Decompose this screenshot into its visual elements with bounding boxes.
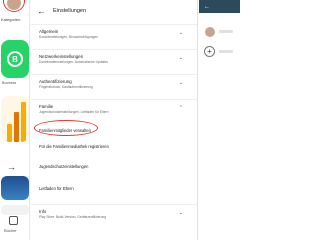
settings-section-general[interactable]: Allgemein Kontoeinstellungen, Benachrich… xyxy=(31,24,197,43)
family-item-parental-controls[interactable]: Jugendschutzeinstellungen xyxy=(31,158,197,174)
settings-pane: ← Einstellungen Allgemein Kontoeinstellu… xyxy=(31,0,198,240)
chevron-down-icon: ⌄ xyxy=(178,210,183,216)
settings-section-family[interactable]: Familie Jugendschutzeinstellungen, Leitf… xyxy=(31,99,197,118)
nav-books-label[interactable]: Bücher xyxy=(4,228,17,233)
section-subtitle: Play Store, Build-Version, Gerätezertifi… xyxy=(39,215,107,219)
section-title: Authentifizierung xyxy=(39,79,72,84)
chevron-down-icon: ⌄ xyxy=(178,80,183,86)
chevron-up-icon: ⌃ xyxy=(178,105,183,111)
chevron-down-icon: ⌄ xyxy=(178,30,183,36)
chart-bar xyxy=(14,112,19,142)
whatsapp-business-icon[interactable]: B xyxy=(1,40,29,78)
section-subtitle: Downloadeinstellungen, Automatische Upda… xyxy=(39,60,108,64)
app-tile[interactable] xyxy=(1,205,29,215)
account-topbar: ← xyxy=(199,0,240,13)
back-arrow-icon[interactable]: ← xyxy=(37,6,49,16)
add-member-icon[interactable]: + xyxy=(204,46,215,57)
play-store-home-pane: Kategorien B Business → Bücher xyxy=(0,0,30,240)
family-item-label: Für die Familienmediathek registrieren xyxy=(39,143,109,149)
section-title: Netzwerkeinstellungen xyxy=(39,54,84,59)
section-title: Familie xyxy=(39,104,54,109)
add-member-placeholder xyxy=(219,50,233,53)
family-item-label: Leitfaden für Eltern xyxy=(39,185,74,191)
back-arrow-icon[interactable]: ← xyxy=(204,4,210,10)
chart-bar xyxy=(7,124,12,142)
section-subtitle: Jugendschutzeinstellungen, Leitfaden für… xyxy=(39,110,109,114)
chevron-down-icon: ⌄ xyxy=(178,55,183,61)
arrow-right-icon[interactable]: → xyxy=(7,162,16,172)
settings-section-network[interactable]: Netzwerkeinstellungen Downloadeinstellun… xyxy=(31,49,197,68)
highlight-circle-manage-members xyxy=(34,120,98,136)
member-name-placeholder xyxy=(219,30,233,33)
section-title: Info xyxy=(39,209,47,214)
chart-app-icon[interactable] xyxy=(1,96,29,142)
categories-label[interactable]: Kategorien xyxy=(1,17,20,22)
member-avatar xyxy=(205,27,215,37)
settings-header: ← Einstellungen xyxy=(31,0,197,22)
whatsapp-b-glyph: B xyxy=(7,51,23,67)
family-item-label: Jugendschutzeinstellungen xyxy=(39,163,89,169)
chart-bar xyxy=(21,102,26,142)
family-item-parent-guide[interactable]: Leitfaden für Eltern xyxy=(31,180,197,196)
app-name-label: Business xyxy=(2,81,17,85)
app-tile[interactable] xyxy=(1,176,29,200)
highlight-circle-avatar xyxy=(3,0,25,12)
section-title: Allgemein xyxy=(39,29,59,34)
section-subtitle: Fingerabdruck, Kaufauthentifizierung xyxy=(39,85,93,89)
books-icon[interactable] xyxy=(9,216,18,225)
section-subtitle: Kontoeinstellungen, Benachrichtigungen xyxy=(39,35,99,39)
family-item-library-signup[interactable]: Für die Familienmediathek registrieren xyxy=(31,138,197,154)
page-title: Einstellungen xyxy=(53,8,87,14)
settings-section-authentication[interactable]: Authentifizierung Fingerabdruck, Kaufaut… xyxy=(31,74,197,93)
account-pane: ← + xyxy=(199,0,240,240)
settings-section-info[interactable]: Info Play Store, Build-Version, Geräteze… xyxy=(31,204,197,223)
